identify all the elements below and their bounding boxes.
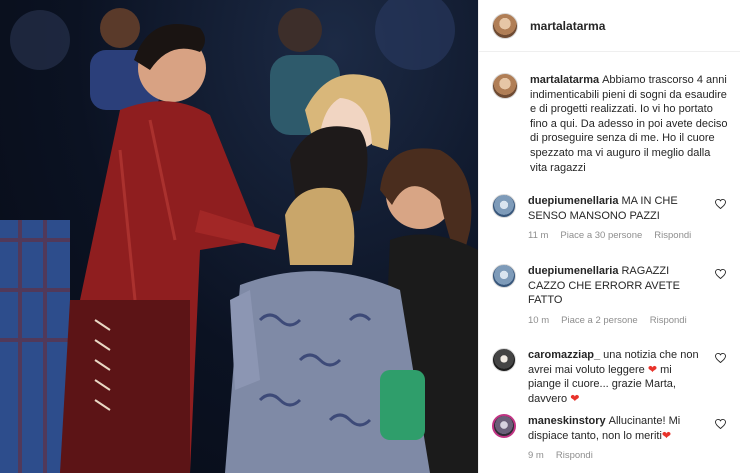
comment-text-block: duepiumenellaria RAGAZZI CAZZO CHE ERRORR… (528, 264, 706, 308)
photo-illustration (0, 0, 478, 473)
comment-body: caromazziap_ una notizia che non avrei ma… (528, 348, 706, 406)
comment-like-button[interactable] (714, 352, 726, 364)
comment-meta: 9 m Rispondi (528, 450, 706, 461)
caption-username[interactable]: martalatarma (530, 74, 599, 86)
heart-outline-icon (714, 353, 726, 363)
comment-text-block: caromazziap_ una notizia che non avrei ma… (528, 348, 706, 406)
comment-avatar[interactable] (492, 264, 516, 288)
comment-username[interactable]: maneskinstory (528, 415, 606, 427)
comment-avatar[interactable] (492, 194, 516, 218)
comment-likes[interactable]: Piace a 30 persone (560, 230, 642, 241)
comment-likes[interactable]: Piace a 2 persone (561, 315, 638, 326)
heart-outline-icon (714, 419, 726, 429)
post-side-panel: martalatarma martalatarma Abbiamo trascor… (478, 0, 740, 473)
comment-item: duepiumenellaria RAGAZZI CAZZO CHE ERRORR… (492, 264, 732, 326)
post-header: martalatarma (479, 0, 740, 52)
caption-author-avatar[interactable] (492, 73, 518, 99)
comment-time[interactable]: 10 m (528, 315, 549, 326)
comment-body: duepiumenellaria MA IN CHE SENSO MANSONO … (528, 194, 706, 241)
comment-text-block: maneskinstory Allucinante! Mi dispiace ta… (528, 414, 706, 443)
comment-username[interactable]: caromazziap_ (528, 349, 600, 361)
comment-text-block: duepiumenellaria MA IN CHE SENSO MANSONO … (528, 194, 706, 223)
author-avatar[interactable] (492, 12, 518, 39)
comment-time[interactable]: 9 m (528, 450, 544, 461)
comment-reply[interactable]: Rispondi (556, 450, 593, 461)
red-heart-emoji: ❤ (570, 392, 580, 405)
caption-text: Abbiamo trascorso 4 anni indimenticabili… (530, 74, 728, 174)
comment-item: duepiumenellaria MA IN CHE SENSO MANSONO … (492, 194, 732, 241)
caption-text-block: martalatarma Abbiamo trascorso 4 anni ind… (530, 73, 730, 175)
red-heart-emoji: ❤ (647, 363, 658, 376)
heart-outline-icon (714, 269, 726, 279)
comment-like-button[interactable] (714, 198, 726, 210)
author-username[interactable]: martalatarma (530, 19, 605, 33)
red-heart-emoji: ❤ (661, 429, 672, 442)
comment-meta: 11 m Piace a 30 persone Rispondi (528, 230, 706, 241)
comment-body: maneskinstory Allucinante! Mi dispiace ta… (528, 414, 706, 461)
comment-meta: 10 m Piace a 2 persone Rispondi (528, 315, 706, 326)
comment-time[interactable]: 11 m (528, 230, 548, 241)
comment-like-button[interactable] (714, 268, 726, 280)
post-caption: martalatarma Abbiamo trascorso 4 anni ind… (492, 73, 732, 175)
comment-like-button[interactable] (714, 418, 726, 430)
post-photo[interactable] (0, 0, 478, 473)
comment-avatar[interactable] (492, 348, 516, 372)
comment-item: caromazziap_ una notizia che non avrei ma… (492, 348, 732, 406)
comment-avatar[interactable] (492, 414, 516, 438)
comment-username[interactable]: duepiumenellaria (528, 265, 618, 277)
comment-reply[interactable]: Rispondi (650, 315, 687, 326)
comment-reply[interactable]: Rispondi (654, 230, 691, 241)
comment-username[interactable]: duepiumenellaria (528, 195, 618, 207)
comment-item: maneskinstory Allucinante! Mi dispiace ta… (492, 414, 732, 461)
heart-outline-icon (714, 199, 726, 209)
comment-body: duepiumenellaria RAGAZZI CAZZO CHE ERRORR… (528, 264, 706, 326)
